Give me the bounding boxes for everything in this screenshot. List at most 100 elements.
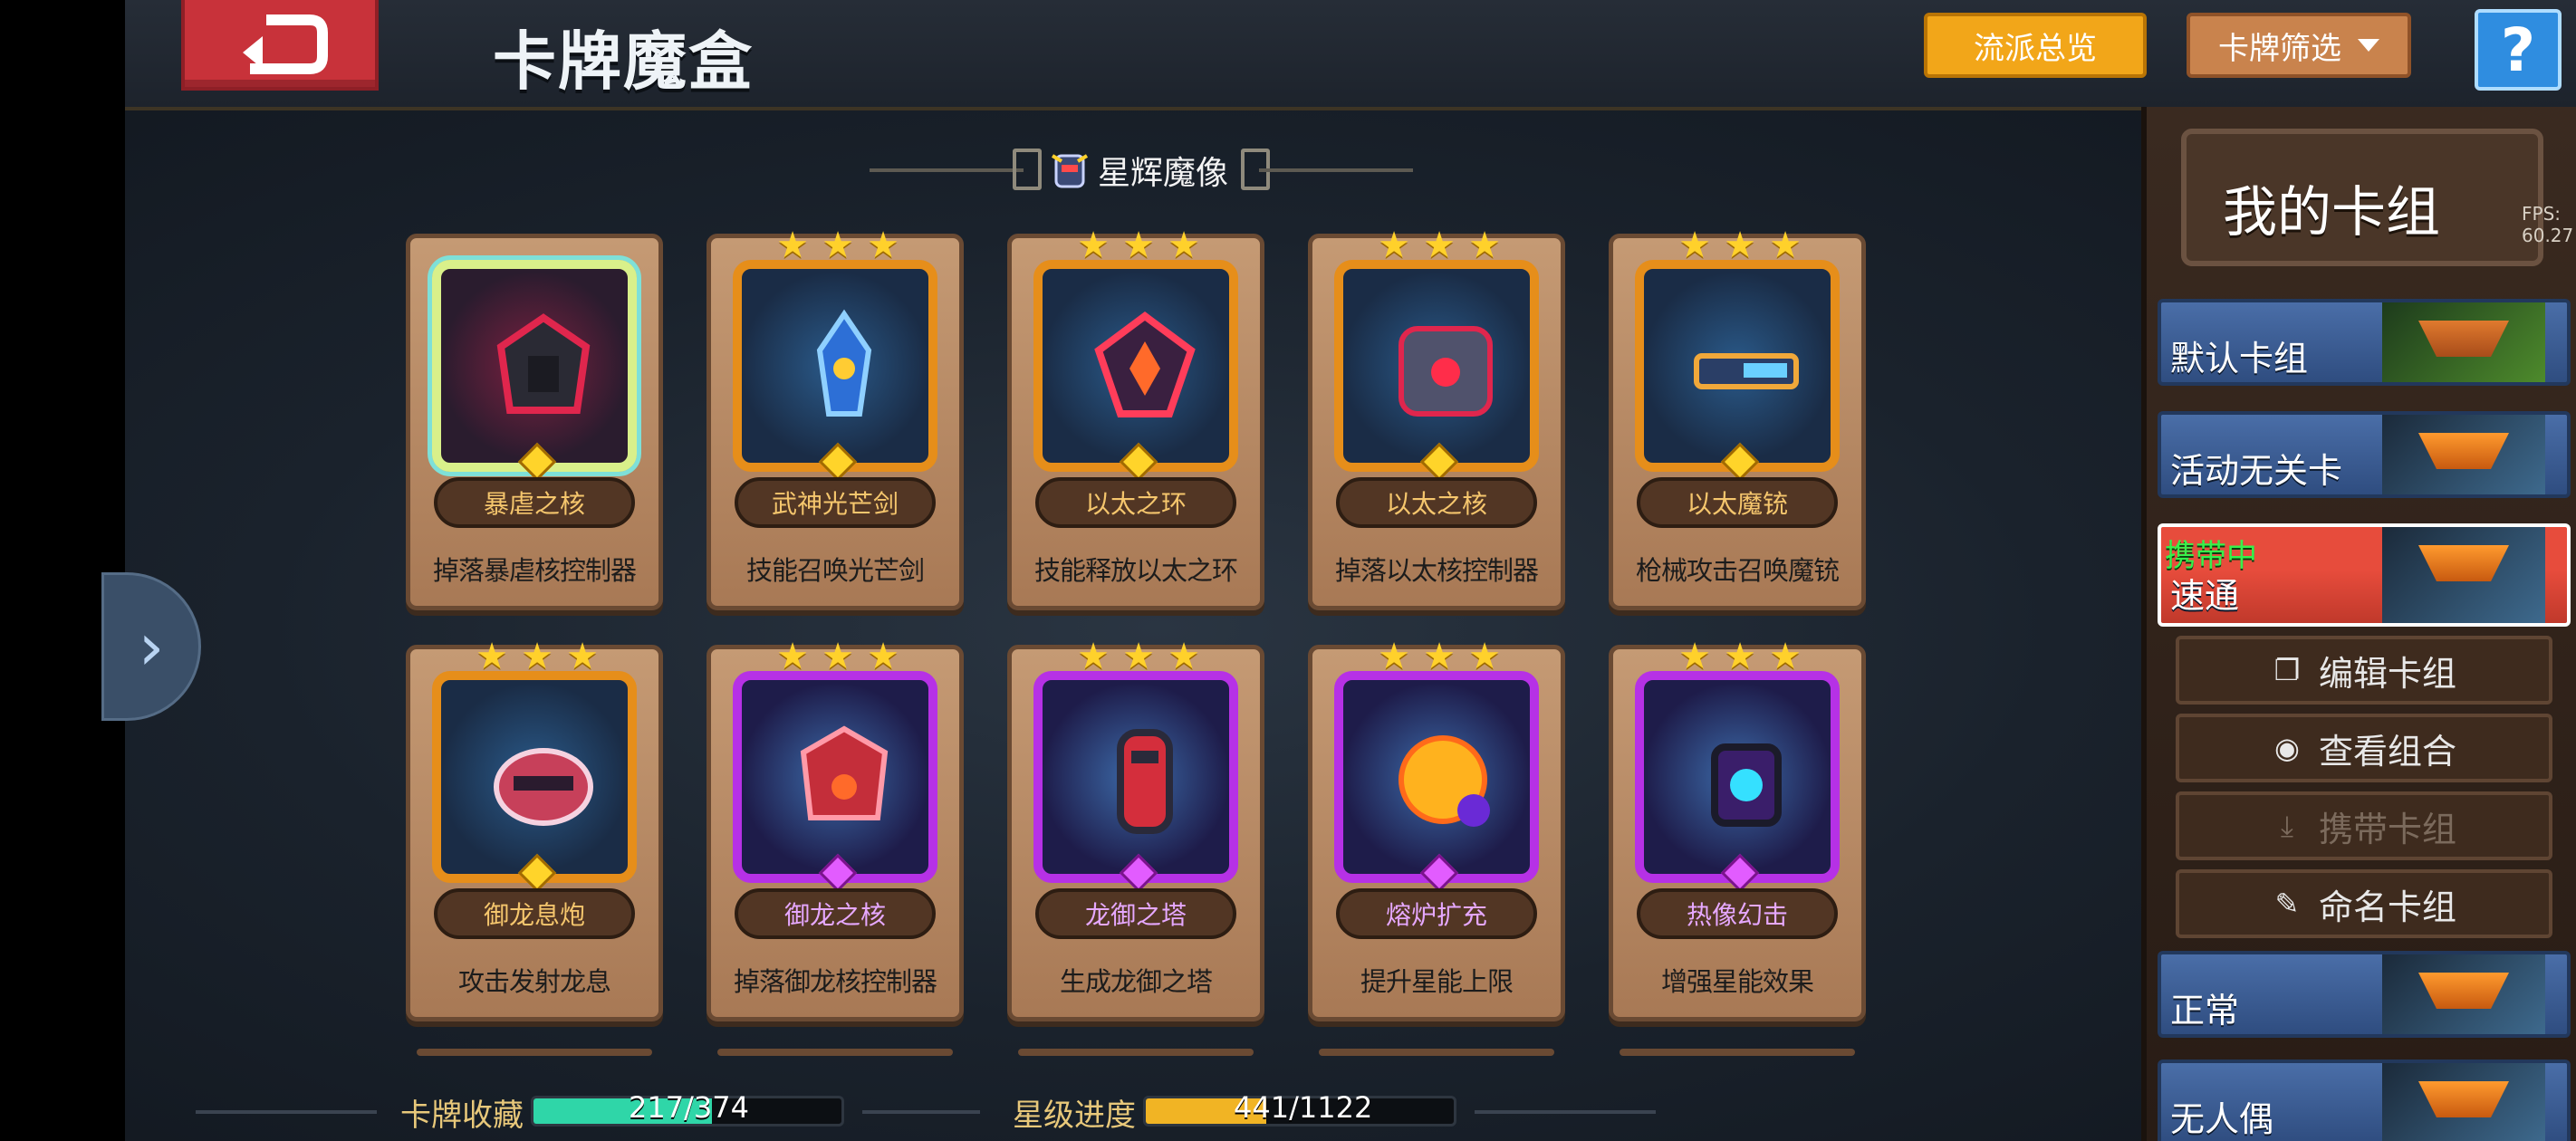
card-name: 御龙之核 <box>735 888 936 939</box>
star-rating: ★ ★ ★ <box>1075 227 1202 264</box>
carry-deck-button[interactable]: ⤓ 携带卡组 <box>2176 791 2552 860</box>
star-icon: ★ <box>867 225 899 266</box>
rarity-gem <box>1419 853 1459 893</box>
deck-name: 默认卡组 <box>2170 339 2309 379</box>
star-icon: ★ <box>1122 636 1155 677</box>
deck-name: 无人偶 <box>2170 1099 2274 1139</box>
card-description: 技能召唤光芒剑 <box>745 555 925 586</box>
star-rating: ★ ★ ★ <box>1677 227 1803 264</box>
star-icon: ★ <box>776 636 809 677</box>
letterbox-left <box>0 0 125 1141</box>
next-row-edge <box>417 1049 652 1056</box>
tower-icon <box>1117 729 1173 834</box>
star-icon: ★ <box>1724 225 1756 266</box>
card[interactable]: ★ ★ ★ 龙御之塔 生成龙御之塔 <box>1007 638 1264 1021</box>
deck-item[interactable]: 活动无关卡 <box>2158 411 2571 498</box>
star-rating: ★ ★ ★ <box>774 227 901 264</box>
card-art-frame <box>1334 260 1539 482</box>
card-filter-dropdown[interactable]: 卡牌筛选 <box>2187 13 2411 78</box>
lantern-icon <box>1711 743 1782 827</box>
pencil-icon: ✎ <box>2274 887 2300 921</box>
game-screen: 卡牌魔盒 流派总览 卡牌筛选 ? › 星辉魔像 暴虐之核 掉落暴虐核控制器 ★ … <box>0 0 2576 1141</box>
card[interactable]: 暴虐之核 掉落暴虐核控制器 <box>406 234 663 610</box>
deck-item[interactable]: 默认卡组 <box>2158 299 2571 386</box>
gun-icon <box>1694 353 1799 389</box>
genre-overview-button[interactable]: 流派总览 <box>1924 13 2147 78</box>
section-header: 星辉魔像 <box>870 143 1413 197</box>
star-icon: ★ <box>1724 636 1756 677</box>
star-icon: ★ <box>1077 225 1110 266</box>
deck-name: 速通 <box>2170 576 2240 616</box>
card[interactable]: ★ ★ ★ 武神光芒剑 技能召唤光芒剑 <box>706 227 964 610</box>
my-deck-header: 我的卡组 FPS: 60.27 <box>2181 129 2573 266</box>
divider <box>1475 1110 1656 1114</box>
deck-item[interactable]: 正常 <box>2158 951 2571 1038</box>
core-icon <box>496 313 591 414</box>
deck-name: 活动无关卡 <box>2170 451 2343 491</box>
dragon-cannon-icon <box>494 748 593 826</box>
card[interactable]: ★ ★ ★ 御龙息炮 攻击发射龙息 <box>406 638 663 1021</box>
collection-value: 217/374 <box>629 1090 749 1125</box>
collection-label: 卡牌收藏 <box>400 1098 524 1134</box>
star-icon: ★ <box>1678 636 1711 677</box>
dragon-core-icon <box>800 725 889 820</box>
rarity-gem <box>1119 442 1158 482</box>
view-combo-label: 查看组合 <box>2318 731 2456 772</box>
card-art-frame <box>1635 671 1840 893</box>
card-description: 增强星能效果 <box>1660 966 1814 997</box>
card-description: 掉落暴虐核控制器 <box>432 555 637 586</box>
star-icon: ★ <box>1423 636 1456 677</box>
deck-portrait <box>2382 302 2545 382</box>
star-icon: ★ <box>1769 636 1802 677</box>
back-button[interactable] <box>181 0 379 91</box>
rename-deck-button[interactable]: ✎ 命名卡组 <box>2176 869 2552 938</box>
back-arrow-icon <box>243 14 328 74</box>
rarity-gem <box>1119 853 1158 893</box>
rarity-gem <box>1720 442 1760 482</box>
card-description: 技能释放以太之环 <box>1033 555 1238 586</box>
card[interactable]: ★ ★ ★ 熔炉扩充 提升星能上限 <box>1308 638 1565 1021</box>
expand-sidebar-tab[interactable]: › <box>101 572 201 721</box>
star-icon: ★ <box>1077 636 1110 677</box>
card[interactable]: ★ ★ ★ 热像幻击 增强星能效果 <box>1609 638 1866 1021</box>
edit-deck-label: 编辑卡组 <box>2318 653 2456 694</box>
rarity-gem <box>1720 853 1760 893</box>
progress-bar-area: 卡牌收藏 217/374 星级进度 441/1122 <box>125 1083 2136 1141</box>
star-icon: ★ <box>867 636 899 677</box>
download-icon: ⤓ <box>2280 808 2294 843</box>
card-name: 以太魔铳 <box>1637 477 1838 528</box>
star-icon: ★ <box>822 225 854 266</box>
page-title: 卡牌魔盒 <box>493 24 754 99</box>
card-description: 生成龙御之塔 <box>1059 966 1213 997</box>
deck-panel: 我的卡组 FPS: 60.27 默认卡组 活动无关卡 携带中 速通 ❐ 编辑卡组… <box>2141 107 2576 1141</box>
star-icon: ★ <box>1423 225 1456 266</box>
chevron-right-icon: › <box>138 609 165 685</box>
rename-deck-label: 命名卡组 <box>2318 887 2456 927</box>
furnace-icon <box>1399 735 1490 827</box>
star-icon: ★ <box>1769 225 1802 266</box>
next-row-edge <box>1620 1049 1855 1056</box>
card[interactable]: ★ ★ ★ 以太魔铳 枪械攻击召唤魔铳 <box>1609 227 1866 610</box>
star-icon: ★ <box>1122 225 1155 266</box>
card[interactable]: ★ ★ ★ 以太之环 技能释放以太之环 <box>1007 227 1264 610</box>
star-icon: ★ <box>521 636 553 677</box>
card-name: 武神光芒剑 <box>735 477 936 528</box>
deck-item-active[interactable]: 携带中 速通 <box>2158 523 2571 627</box>
card-name: 龙御之塔 <box>1035 888 1236 939</box>
card-description: 掉落御龙核控制器 <box>733 966 937 997</box>
help-button[interactable]: ? <box>2475 9 2562 91</box>
view-combo-button[interactable]: ◉ 查看组合 <box>2176 714 2552 782</box>
rarity-gem <box>818 853 858 893</box>
card[interactable]: ★ ★ ★ 御龙之核 掉落御龙核控制器 <box>706 638 964 1021</box>
next-row-edge <box>1018 1049 1254 1056</box>
deck-portrait <box>2382 415 2545 494</box>
cards-icon: ❐ <box>2273 653 2301 687</box>
card-name: 熔炉扩充 <box>1336 888 1537 939</box>
edit-deck-button[interactable]: ❐ 编辑卡组 <box>2176 636 2552 705</box>
caret-down-icon <box>2358 39 2379 52</box>
card[interactable]: ★ ★ ★ 以太之核 掉落以太核控制器 <box>1308 227 1565 610</box>
golem-icon <box>1051 154 1089 188</box>
eye-icon: ◉ <box>2274 731 2300 765</box>
deck-item[interactable]: 无人偶 <box>2158 1060 2571 1141</box>
deck-name: 正常 <box>2170 991 2240 1031</box>
